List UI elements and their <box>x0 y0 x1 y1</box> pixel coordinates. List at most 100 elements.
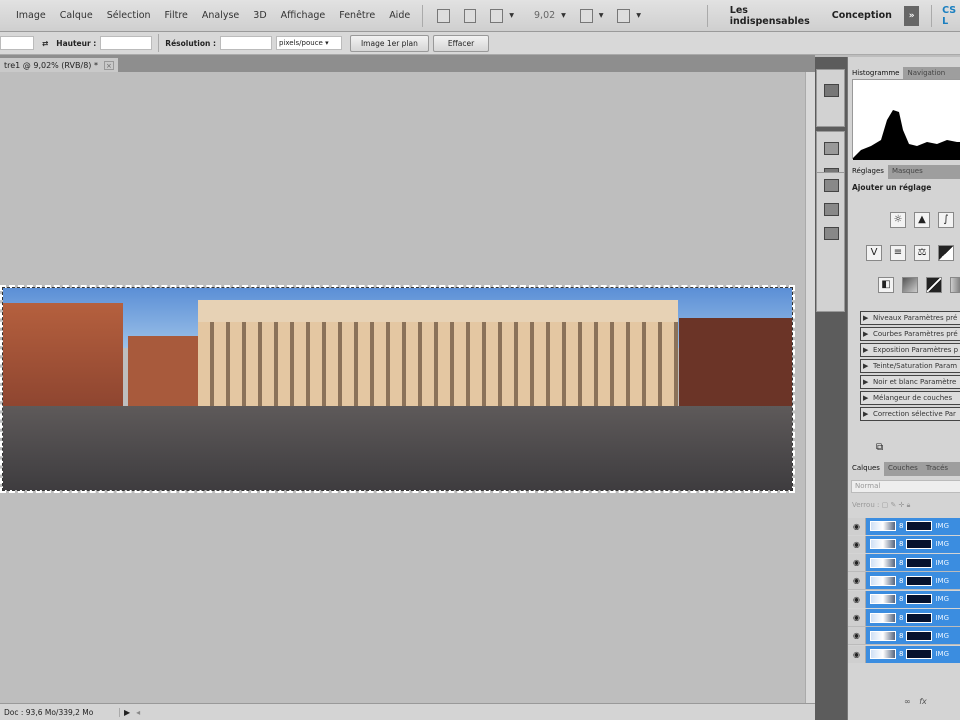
layer-row[interactable]: ◉ 8 IMG <box>848 517 960 535</box>
visibility-eye-icon[interactable]: ◉ <box>848 645 866 663</box>
document-tab[interactable]: tre1 @ 9,02% (RVB/8) * × <box>0 58 118 72</box>
chain-link-icon[interactable]: 8 <box>899 559 903 567</box>
menu-aide[interactable]: Aide <box>389 10 410 21</box>
more-workspaces-button[interactable]: » <box>903 5 920 26</box>
close-icon[interactable]: × <box>103 60 114 70</box>
clip-to-layer-icon[interactable]: ⧉ <box>876 442 883 453</box>
visibility-eye-icon[interactable]: ◉ <box>848 517 866 535</box>
layer-selected-area[interactable]: 8 IMG <box>866 590 960 608</box>
chain-link-icon[interactable]: 8 <box>899 614 903 622</box>
swap-icon[interactable]: ⇄ <box>42 39 48 48</box>
front-image-button[interactable]: Image 1er plan <box>349 34 429 52</box>
lock-transparency-icon[interactable]: ▢ <box>882 501 889 509</box>
chain-link-icon[interactable]: 8 <box>899 522 903 530</box>
layer-row[interactable]: ◉ 8 IMG <box>848 535 960 554</box>
visibility-eye-icon[interactable]: ◉ <box>848 572 866 590</box>
layer-selected-area[interactable]: 8 IMG <box>866 517 960 535</box>
menu-analyse[interactable]: Analyse <box>202 10 239 21</box>
menu-selection[interactable]: Sélection <box>107 10 151 21</box>
dropdown-arrow-icon[interactable]: ▾ <box>636 10 641 21</box>
dropdown-arrow-icon[interactable]: ▾ <box>509 10 514 21</box>
photo-filter-icon[interactable]: ◧ <box>878 277 894 293</box>
tab-paths[interactable]: Tracés <box>922 462 952 476</box>
chain-link-icon[interactable]: 8 <box>899 540 903 548</box>
visibility-eye-icon[interactable]: ◉ <box>848 554 866 572</box>
layer-row[interactable]: ◉ 8 IMG <box>848 590 960 609</box>
layer-selected-area[interactable]: 8 IMG <box>866 554 960 572</box>
dropdown-arrow-icon[interactable]: ▾ <box>561 10 566 21</box>
tab-layers[interactable]: Calques <box>848 462 884 476</box>
curves-icon[interactable]: ∫ <box>938 212 954 228</box>
brightness-icon[interactable]: ☼ <box>890 212 906 228</box>
layer-selected-area[interactable]: 8 IMG <box>866 535 960 553</box>
layer-selected-area[interactable]: 8 IMG <box>866 627 960 645</box>
link-layers-icon[interactable]: ∞ <box>904 697 911 706</box>
layer-row[interactable]: ◉ 8 IMG <box>848 627 960 645</box>
tab-channels[interactable]: Couches <box>884 462 922 476</box>
gradient-map-icon[interactable] <box>950 277 960 293</box>
menu-filtre[interactable]: Filtre <box>165 10 188 21</box>
chain-link-icon[interactable]: 8 <box>899 595 903 603</box>
color-balance-icon[interactable]: ⚖ <box>914 245 930 261</box>
history-icon[interactable] <box>824 84 839 97</box>
lock-all-icon[interactable]: 🔒︎ <box>907 501 911 509</box>
zoom-select[interactable]: 9,02 <box>534 10 555 21</box>
preset-channel-mixer[interactable]: Mélangeur de couches <box>860 391 960 405</box>
status-menu-arrow-icon[interactable]: ▶ <box>124 708 130 717</box>
layer-selected-area[interactable]: 8 IMG <box>866 645 960 663</box>
dropdown-arrow-icon[interactable]: ▾ <box>599 10 604 21</box>
layer-row[interactable]: ◉ 8 IMG <box>848 645 960 664</box>
fx-icon[interactable]: fx <box>919 697 927 706</box>
screen-mode-icon[interactable] <box>617 8 631 23</box>
height-field[interactable] <box>100 36 153 50</box>
layer-row[interactable]: ◉ 8 IMG <box>848 609 960 627</box>
bridge-icon[interactable] <box>436 8 450 23</box>
layer-selected-area[interactable]: 8 IMG <box>866 609 960 626</box>
chain-link-icon[interactable]: 8 <box>899 577 903 585</box>
preset-hue-saturation[interactable]: Teinte/Saturation Param <box>860 359 960 373</box>
unit-select[interactable]: pixels/pouce ▾ <box>275 36 342 50</box>
tool-presets-icon[interactable] <box>824 142 839 155</box>
preset-selective-color[interactable]: Correction sélective Par <box>860 407 960 421</box>
workspace-essentials[interactable]: Les indispensables <box>730 5 810 27</box>
vertical-scrollbar[interactable] <box>805 72 815 703</box>
preset-black-white[interactable]: Noir et blanc Paramètre <box>860 375 960 389</box>
visibility-eye-icon[interactable]: ◉ <box>848 609 866 626</box>
visibility-eye-icon[interactable]: ◉ <box>848 590 866 608</box>
menu-fenetre[interactable]: Fenêtre <box>339 10 375 21</box>
cs-live-button[interactable]: CS L <box>942 5 960 27</box>
menu-affichage[interactable]: Affichage <box>281 10 326 21</box>
preset-curves[interactable]: Courbes Paramètres pré <box>860 327 960 341</box>
channel-mixer-icon[interactable] <box>902 277 918 293</box>
lock-pixels-icon[interactable]: ✎ <box>890 501 896 509</box>
hue-saturation-icon[interactable]: ≡ <box>890 245 906 261</box>
vibrance-icon[interactable]: V <box>866 245 882 261</box>
layer-row[interactable]: ◉ 8 IMG <box>848 572 960 590</box>
panorama-image[interactable] <box>0 285 795 493</box>
lock-position-icon[interactable]: ✛ <box>899 501 905 509</box>
visibility-eye-icon[interactable]: ◉ <box>848 535 866 553</box>
invert-icon[interactable] <box>926 277 942 293</box>
preset-exposure[interactable]: Exposition Paramètres p <box>860 343 960 357</box>
extras-icon[interactable] <box>490 8 504 23</box>
menu-calque[interactable]: Calque <box>60 10 93 21</box>
tab-adjustments[interactable]: Réglages <box>848 165 888 179</box>
brush-settings-icon[interactable] <box>824 179 839 192</box>
chain-link-icon[interactable]: 8 <box>899 650 903 658</box>
menu-3d[interactable]: 3D <box>253 10 266 21</box>
resolution-field[interactable] <box>219 36 272 50</box>
black-white-icon[interactable] <box>938 245 954 261</box>
visibility-eye-icon[interactable]: ◉ <box>848 627 866 645</box>
levels-icon[interactable]: ▲ <box>914 212 930 228</box>
workspace-design[interactable]: Conception <box>832 10 892 21</box>
width-field[interactable] <box>0 36 34 50</box>
clear-button[interactable]: Effacer <box>432 34 490 52</box>
tab-masks[interactable]: Masques <box>888 165 927 179</box>
menu-image[interactable]: Image <box>16 10 46 21</box>
scroll-left-icon[interactable]: ◂ <box>136 708 140 717</box>
layer-selected-area[interactable]: 8 IMG <box>866 572 960 590</box>
layer-row[interactable]: ◉ 8 IMG <box>848 554 960 572</box>
clone-source-icon[interactable] <box>824 203 839 216</box>
minibridge-icon[interactable] <box>463 8 477 23</box>
blend-mode-select[interactable]: Normal <box>851 480 960 493</box>
